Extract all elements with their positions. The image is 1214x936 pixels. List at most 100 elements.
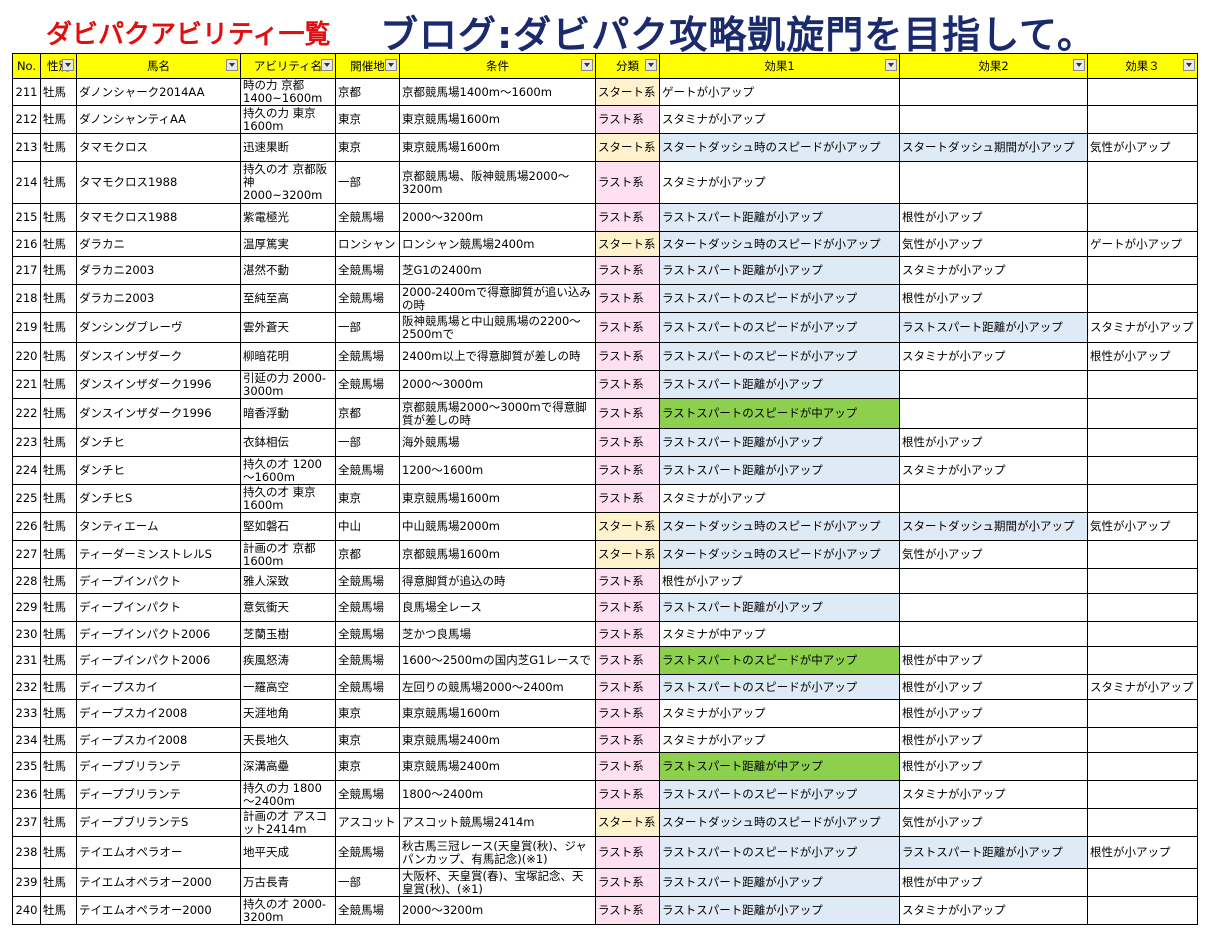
- cell-class: ラスト系: [595, 203, 660, 232]
- cell-condition: 得意脚質が追込の時: [399, 568, 596, 594]
- cell-effect1: スタートダッシュ時のスピードが小アップ: [659, 231, 900, 257]
- table-row: 211 牡馬 ダノンシャーク2014AA 時の力 京都 1400~1600m 京都 京都競…: [12, 78, 1198, 106]
- filter-dropdown-icon[interactable]: [385, 59, 397, 71]
- cell-effect1: スタミナが小アップ: [659, 161, 900, 204]
- cell-effect3: [1087, 398, 1198, 429]
- cell-effect3: 気性が小アップ: [1087, 512, 1198, 541]
- cell-effect3: [1087, 699, 1198, 728]
- cell-effect1: ラストスパート距離が小アップ: [659, 456, 900, 485]
- cell-no: 240: [12, 896, 41, 925]
- table-row: 226 牡馬 タンティエーム 堅如磐石 中山 中山競馬場2000m スタート系 スタートダッシ…: [12, 512, 1198, 541]
- cell-effect2: 根性が小アップ: [899, 752, 1088, 781]
- cell-class: ラスト系: [595, 621, 660, 647]
- cell-class: ラスト系: [595, 428, 660, 457]
- cell-condition: 大阪杯、天皇賞(春)、宝塚記念、天皇賞(秋)、(※1): [399, 868, 596, 897]
- cell-ability-name: 持久の才 京都阪神2000~3200m: [240, 161, 336, 204]
- cell-effect3: [1087, 484, 1198, 513]
- cell-condition: ロンシャン競馬場2400m: [399, 231, 596, 257]
- cell-no: 234: [12, 727, 41, 753]
- cell-condition: 2400m以上で得意脚質が差しの時: [399, 342, 596, 371]
- cell-no: 211: [12, 78, 41, 106]
- cell-effect3: [1087, 868, 1198, 897]
- header-row: No. 性別 馬名 アビリティ名 開催地 条件 分類 効果1 効果2 効果３: [12, 53, 1198, 79]
- table-row: 234 牡馬 ディープスカイ2008 天長地久 東京 東京競馬場2400m ラスト系 スタミナ…: [12, 727, 1198, 753]
- filter-dropdown-icon[interactable]: [645, 59, 657, 71]
- cell-effect1: ラストスパート距離が小アップ: [659, 428, 900, 457]
- cell-ability-name: 芝蘭玉樹: [240, 621, 336, 647]
- cell-effect1: ラストスパート距離が小アップ: [659, 203, 900, 232]
- cell-venue: 全競馬場: [335, 256, 400, 285]
- cell-effect2: 根性が小アップ: [899, 699, 1088, 728]
- filter-dropdown-icon[interactable]: [226, 59, 238, 71]
- cell-ability-name: 持久の才 1200～1600m: [240, 456, 336, 485]
- cell-no: 225: [12, 484, 41, 513]
- cell-class: ラスト系: [595, 674, 660, 700]
- cell-sex: 牡馬: [40, 78, 77, 106]
- cell-venue: 全競馬場: [335, 593, 400, 622]
- cell-effect1: スタートダッシュ時のスピードが小アップ: [659, 133, 900, 162]
- cell-ability-name: 地平天成: [240, 836, 336, 869]
- cell-effect3: [1087, 621, 1198, 647]
- cell-sex: 牡馬: [40, 161, 77, 204]
- cell-venue: 一部: [335, 161, 400, 204]
- cell-condition: 東京競馬場2400m: [399, 727, 596, 753]
- cell-condition: 京都競馬場、阪神競馬場2000～3200m: [399, 161, 596, 204]
- filter-dropdown-icon[interactable]: [1073, 59, 1085, 71]
- cell-condition: 2000-2400mで得意脚質が追い込みの時: [399, 284, 596, 313]
- cell-no: 231: [12, 646, 41, 675]
- cell-no: 226: [12, 512, 41, 541]
- cell-condition: 東京競馬場1600m: [399, 133, 596, 162]
- table-row: 220 牡馬 ダンスインザダーク 柳暗花明 全競馬場 2400m以上で得意脚質が差しの時ラ…: [12, 342, 1198, 371]
- cell-venue: 全競馬場: [335, 896, 400, 925]
- table-row: 212 牡馬 ダノンシャンティAA 持久の力 東京 1600m 東京 東京競馬場1600m…: [12, 105, 1198, 134]
- cell-effect2: [899, 593, 1088, 622]
- filter-dropdown-icon[interactable]: [581, 59, 593, 71]
- filter-dropdown-icon[interactable]: [885, 59, 897, 71]
- cell-venue: 全競馬場: [335, 456, 400, 485]
- cell-horse-name: ダンスインザダーク: [76, 342, 241, 371]
- filter-dropdown-icon[interactable]: [1183, 59, 1195, 71]
- cell-condition: 阪神競馬場と中山競馬場の2200～2500mで: [399, 312, 596, 343]
- cell-effect3: スタミナが小アップ: [1087, 674, 1198, 700]
- cell-condition: 中山競馬場2000m: [399, 512, 596, 541]
- cell-venue: 東京: [335, 133, 400, 162]
- cell-no: 228: [12, 568, 41, 594]
- cell-sex: 牡馬: [40, 836, 77, 869]
- cell-horse-name: ダラカニ2003: [76, 284, 241, 313]
- cell-effect2: 根性が小アップ: [899, 284, 1088, 313]
- cell-horse-name: ディープスカイ2008: [76, 699, 241, 728]
- cell-sex: 牡馬: [40, 370, 77, 399]
- cell-condition: 京都競馬場1600m: [399, 540, 596, 569]
- cell-no: 221: [12, 370, 41, 399]
- cell-effect1: スタミナが小アップ: [659, 699, 900, 728]
- cell-venue: 東京: [335, 699, 400, 728]
- cell-horse-name: ディープスカイ2008: [76, 727, 241, 753]
- cell-horse-name: ダンシングブレーヴ: [76, 312, 241, 343]
- cell-venue: アスコット: [335, 808, 400, 837]
- cell-sex: 牡馬: [40, 674, 77, 700]
- table-row: 231 牡馬 ディープインパクト2006 疾風怒涛 全競馬場 1600～2500mの国内芝…: [12, 646, 1198, 675]
- cell-effect3: [1087, 727, 1198, 753]
- col-header-condition: 条件: [399, 53, 596, 79]
- cell-horse-name: ディープインパクト2006: [76, 621, 241, 647]
- cell-sex: 牡馬: [40, 621, 77, 647]
- col-header-no: No.: [12, 53, 41, 79]
- table-row: 229 牡馬 ディープインパクト 意気衝天 全競馬場 良馬場全レース ラスト系 ラストスパート…: [12, 593, 1198, 622]
- cell-ability-name: 引延の力 2000-3000m: [240, 370, 336, 399]
- cell-horse-name: タマモクロス: [76, 133, 241, 162]
- cell-effect2: 気性が小アップ: [899, 540, 1088, 569]
- cell-effect1: スタートダッシュ時のスピードが小アップ: [659, 808, 900, 837]
- cell-effect3: [1087, 284, 1198, 313]
- cell-venue: 東京: [335, 727, 400, 753]
- cell-sex: 牡馬: [40, 568, 77, 594]
- cell-sex: 牡馬: [40, 752, 77, 781]
- cell-class: ラスト系: [595, 752, 660, 781]
- cell-ability-name: 湛然不動: [240, 256, 336, 285]
- cell-effect3: ゲートが小アップ: [1087, 231, 1198, 257]
- cell-effect2: スタミナが小アップ: [899, 456, 1088, 485]
- cell-effect2: スタミナが小アップ: [899, 342, 1088, 371]
- filter-dropdown-icon[interactable]: [62, 59, 74, 71]
- filter-dropdown-icon[interactable]: [321, 59, 333, 71]
- cell-sex: 牡馬: [40, 780, 77, 809]
- cell-class: ラスト系: [595, 370, 660, 399]
